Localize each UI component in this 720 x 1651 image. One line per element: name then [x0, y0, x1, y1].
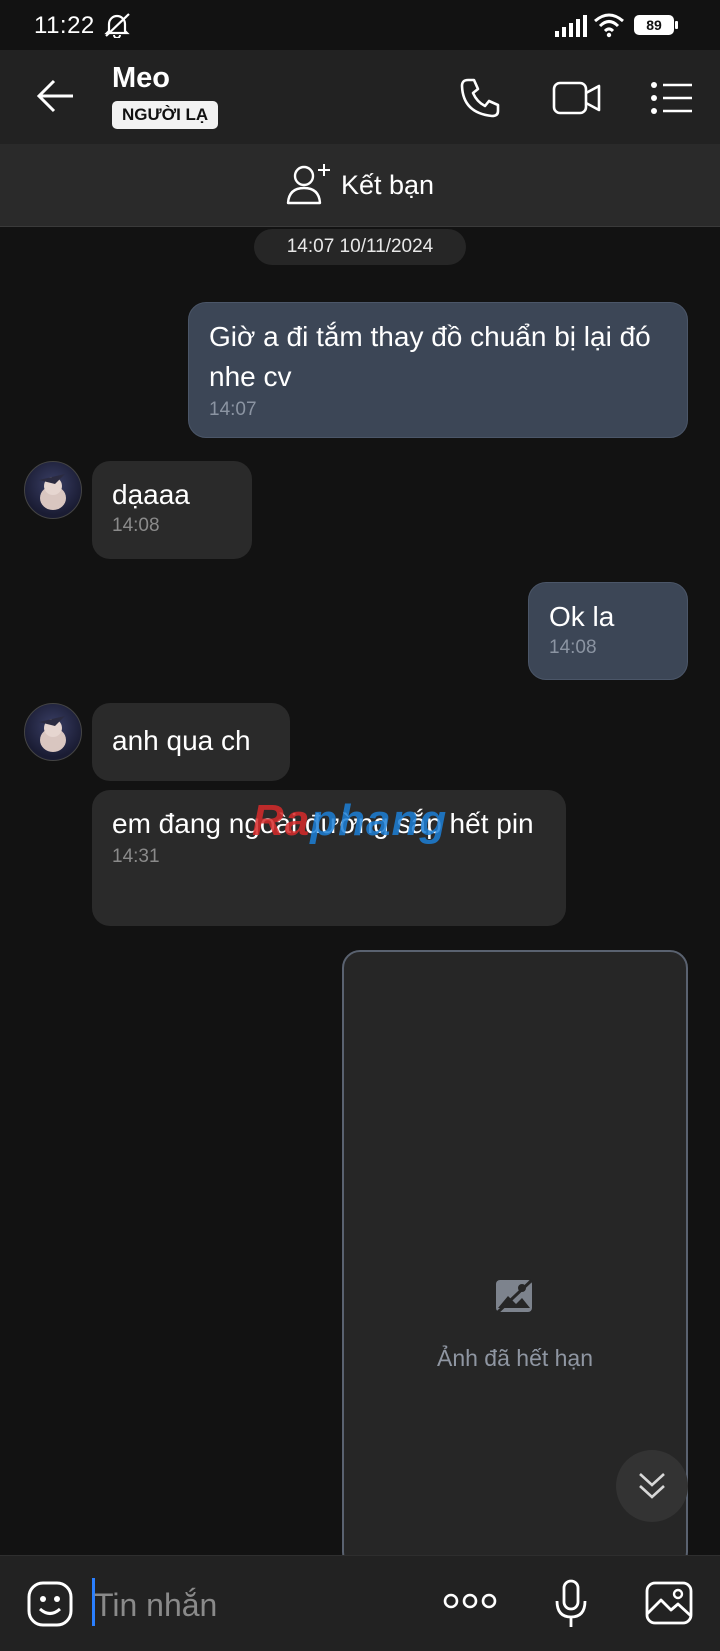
- message-text: Ok la: [549, 601, 615, 632]
- message-time: 14:08: [112, 515, 160, 536]
- message-bubble-outgoing[interactable]: Giờ a đi tắm thay đồ chuẩn bị lại đó nhe…: [188, 302, 688, 438]
- message-bubble-incoming[interactable]: anh qua ch: [92, 703, 290, 781]
- status-time: 11:22: [34, 12, 95, 39]
- microphone-icon[interactable]: [554, 1579, 588, 1629]
- add-user-icon: [286, 164, 330, 205]
- message-text: anh qua ch: [112, 725, 251, 756]
- message-text: Giờ a đi tắm thay đồ chuẩn bị lại đó nhe…: [209, 321, 651, 392]
- expired-image-label: Ảnh đã hết hạn: [436, 1345, 594, 1371]
- double-chevron-down-icon: [639, 1473, 665, 1499]
- chat-header: [0, 50, 720, 144]
- avatar[interactable]: [24, 461, 82, 519]
- battery-level: 89: [646, 17, 662, 33]
- mute-bell-icon: [104, 13, 130, 38]
- contact-name[interactable]: Meo: [112, 62, 170, 95]
- message-time: 14:08: [549, 637, 597, 658]
- broken-image-icon: [496, 1278, 534, 1314]
- message-bubble-incoming[interactable]: dạaaa 14:08: [92, 461, 252, 559]
- list-menu-icon[interactable]: [650, 80, 694, 116]
- cat-avatar-icon: [39, 716, 66, 752]
- watermark-logo: Raphang: [252, 796, 448, 845]
- battery-icon: 89: [634, 15, 674, 35]
- phone-icon[interactable]: [458, 76, 502, 120]
- cat-avatar-icon: [39, 474, 66, 510]
- signal-icon: [555, 15, 587, 37]
- stranger-badge: NGƯỜI LẠ: [112, 101, 219, 129]
- message-time: 14:31: [112, 846, 160, 867]
- message-bubble-outgoing[interactable]: Ok la 14:08: [528, 582, 688, 680]
- battery-tip: [675, 21, 678, 29]
- image-picker-icon[interactable]: [644, 1580, 694, 1626]
- more-options-icon[interactable]: [443, 1592, 497, 1610]
- emoji-sticker-icon[interactable]: [26, 1580, 74, 1628]
- message-time: 14:07: [209, 399, 257, 420]
- message-input[interactable]: [92, 1580, 396, 1630]
- date-separator: 14:07 10/11/2024: [254, 229, 466, 265]
- avatar[interactable]: [24, 703, 82, 761]
- add-friend-label[interactable]: Kết bạn: [341, 170, 434, 201]
- wifi-icon: [594, 13, 624, 38]
- message-text: dạaaa: [112, 479, 190, 510]
- video-icon[interactable]: [552, 78, 602, 118]
- arrow-left-icon[interactable]: [36, 78, 76, 114]
